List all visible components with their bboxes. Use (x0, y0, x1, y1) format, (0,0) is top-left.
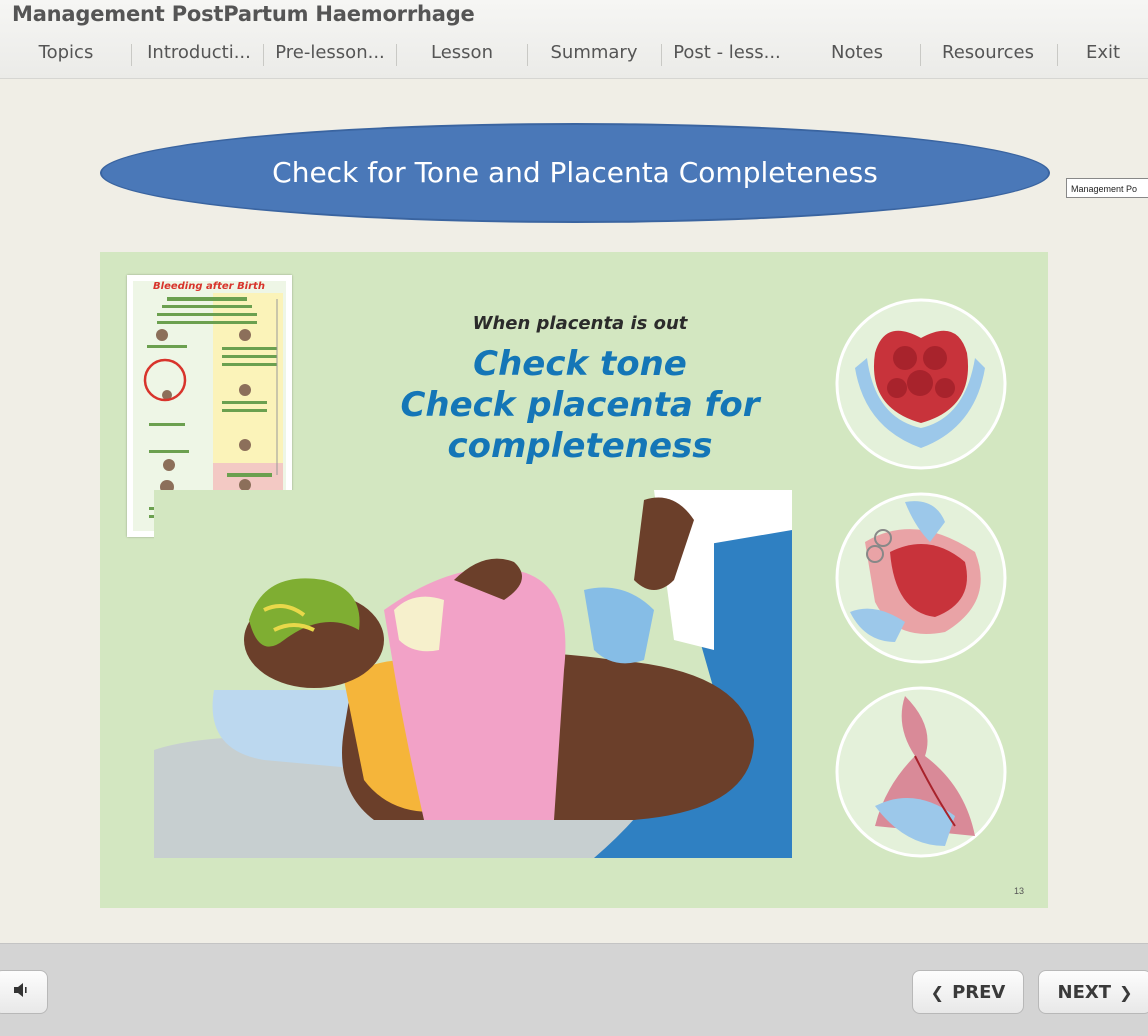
nav-divider (1057, 44, 1058, 66)
nav-divider (661, 44, 662, 66)
next-button[interactable]: NEXT ❯ (1038, 970, 1148, 1014)
illustration-membranes-check (835, 686, 1007, 858)
slide-heading: Check for Tone and Placenta Completeness (272, 156, 878, 189)
placenta-inspection-graphic (835, 492, 1007, 664)
nav-divider (131, 44, 132, 66)
prev-label: PREV (952, 981, 1006, 1003)
illustration-uterus-palpation (835, 298, 1007, 470)
slide-subtitle: When placenta is out (472, 313, 688, 334)
nav-divider (527, 44, 528, 66)
slide-text-line-1: Check tone (473, 344, 687, 384)
uterus-palpation-graphic (835, 298, 1007, 470)
illustration-placenta-inspection (835, 492, 1007, 664)
nav-notes[interactable]: Notes (820, 38, 894, 68)
nav-summary[interactable]: Summary (546, 38, 642, 68)
nav-lesson[interactable]: Lesson (420, 38, 504, 68)
thumbnail-title: Bleeding after Birth (153, 281, 265, 292)
next-label: NEXT (1057, 981, 1112, 1003)
nav-pre-lesson[interactable]: Pre-lesson... (272, 38, 388, 68)
chevron-right-icon: ❯ (1119, 982, 1133, 1002)
prev-button[interactable]: ❮ PREV (912, 970, 1024, 1014)
slide-page-number: 13 (1014, 886, 1025, 896)
slide-text-line-3: completeness (447, 426, 713, 466)
nav-topics[interactable]: Topics (28, 38, 104, 68)
app-title: Management PostPartum Haemorrhage (12, 2, 475, 26)
nav-divider (920, 44, 921, 66)
nav-resources[interactable]: Resources (936, 38, 1040, 68)
slide-text-line-2: Check placenta for (400, 385, 760, 425)
nav-introduction[interactable]: Introducti... (143, 38, 255, 68)
illustration-graphic (154, 490, 792, 858)
nav-exit[interactable]: Exit (1074, 38, 1132, 68)
chevron-left-icon: ❮ (930, 982, 945, 1002)
nav-bar: Topics Introducti... Pre-lesson... Lesso… (0, 38, 1148, 68)
nav-divider (263, 44, 264, 66)
tooltip: Management Po (1066, 178, 1148, 198)
illustration-woman-in-bed (154, 490, 792, 858)
membranes-check-graphic (835, 686, 1007, 858)
nav-post-lesson[interactable]: Post - less... (670, 38, 784, 68)
speaker-icon (12, 981, 30, 1004)
sound-toggle-button[interactable] (0, 970, 48, 1014)
nav-divider (396, 44, 397, 66)
app-header: Management PostPartum Haemorrhage Topics… (0, 0, 1148, 79)
